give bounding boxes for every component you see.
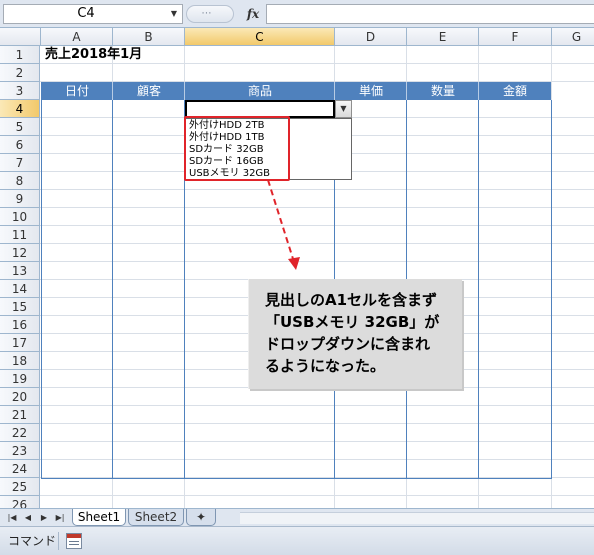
highlight-box <box>184 116 290 181</box>
row-header[interactable]: 19 <box>0 370 40 388</box>
row-header[interactable]: 6 <box>0 136 40 154</box>
column-header-f[interactable]: F <box>479 28 552 46</box>
row-header[interactable]: 12 <box>0 244 40 262</box>
row-header[interactable]: 3 <box>0 82 40 100</box>
callout-line: ドロップダウンに含まれ <box>265 335 431 353</box>
callout-note: 見出しのA1セルを含まず 「USBメモリ 32GB」が ドロップダウンに含まれ … <box>248 279 462 389</box>
gridline <box>40 189 594 190</box>
row-header[interactable]: 10 <box>0 208 40 226</box>
gridline <box>40 225 594 226</box>
arrow-head <box>288 257 300 270</box>
table-border <box>112 100 113 478</box>
next-sheet-icon[interactable]: ▶ <box>38 511 50 525</box>
column-header-c[interactable]: C <box>185 28 335 46</box>
worksheet-grid[interactable]: A B C D E F G 1 2 3 4 5 6 7 8 9 10 11 12… <box>0 28 594 508</box>
row-header[interactable]: 15 <box>0 298 40 316</box>
callout-line: るようになった。 <box>265 357 386 375</box>
gridline <box>40 441 594 442</box>
horizontal-scrollbar[interactable] <box>240 512 594 524</box>
formula-bar: C4 ▼ ⋯ fx <box>0 0 594 28</box>
status-mode: コマンド <box>8 534 57 548</box>
row-header[interactable]: 26 <box>0 496 40 508</box>
chevron-down-icon[interactable]: ▼ <box>168 7 180 21</box>
table-border <box>551 100 552 478</box>
row-header[interactable]: 23 <box>0 442 40 460</box>
table-border <box>41 100 42 478</box>
column-header-row: A B C D E F G <box>0 28 594 46</box>
row-header[interactable]: 7 <box>0 154 40 172</box>
row-header[interactable]: 8 <box>0 172 40 190</box>
chevron-down-icon: ▼ <box>340 104 347 113</box>
row-header[interactable]: 11 <box>0 226 40 244</box>
table-border <box>41 478 552 479</box>
formula-cancel-enter-cap[interactable]: ⋯ <box>186 5 234 23</box>
prev-sheet-icon[interactable]: ◀ <box>22 511 34 525</box>
row-header[interactable]: 1 <box>0 46 40 64</box>
column-header-a[interactable]: A <box>41 28 113 46</box>
gridline <box>40 495 594 496</box>
table-border <box>478 100 479 478</box>
insert-function-icon[interactable]: fx <box>244 4 262 24</box>
status-bar: コマンド <box>0 526 594 555</box>
gridline <box>40 405 594 406</box>
column-header-d[interactable]: D <box>335 28 407 46</box>
column-header-g[interactable]: G <box>552 28 594 46</box>
row-header[interactable]: 22 <box>0 424 40 442</box>
sheet-title: 売上2018年1月 <box>45 47 143 62</box>
row-header[interactable]: 9 <box>0 190 40 208</box>
header-quantity[interactable]: 数量 <box>407 82 479 100</box>
select-all-corner[interactable] <box>0 28 41 46</box>
tab-sheet2[interactable]: Sheet2 <box>128 509 184 526</box>
gridline <box>40 459 594 460</box>
column-header-b[interactable]: B <box>113 28 185 46</box>
status-divider <box>58 532 59 550</box>
dropdown-button[interactable]: ▼ <box>335 100 352 118</box>
header-date[interactable]: 日付 <box>41 82 113 100</box>
gridline <box>40 243 594 244</box>
record-macro-icon[interactable] <box>66 533 82 549</box>
row-header[interactable]: 14 <box>0 280 40 298</box>
header-customer[interactable]: 顧客 <box>113 82 185 100</box>
row-header[interactable]: 24 <box>0 460 40 478</box>
tab-sheet1[interactable]: Sheet1 <box>72 509 126 526</box>
row-header[interactable]: 25 <box>0 478 40 496</box>
header-amount[interactable]: 金額 <box>479 82 551 100</box>
formula-buttons: ⋯ fx <box>186 4 266 24</box>
header-product[interactable]: 商品 <box>185 82 335 100</box>
callout-line: 「USBメモリ 32GB」が <box>265 313 440 331</box>
row-header[interactable]: 5 <box>0 118 40 136</box>
formula-input[interactable] <box>266 4 594 24</box>
row-header[interactable]: 18 <box>0 352 40 370</box>
gridline <box>40 423 594 424</box>
first-sheet-icon[interactable]: |◀ <box>6 511 18 525</box>
name-box[interactable]: C4 ▼ <box>3 4 183 24</box>
row-header-selected[interactable]: 4 <box>0 100 40 118</box>
row-header[interactable]: 13 <box>0 262 40 280</box>
row-header[interactable]: 20 <box>0 388 40 406</box>
row-header[interactable]: 16 <box>0 316 40 334</box>
header-unit-price[interactable]: 単価 <box>335 82 407 100</box>
row-header[interactable]: 17 <box>0 334 40 352</box>
gridline <box>40 261 594 262</box>
last-sheet-icon[interactable]: ▶| <box>54 511 66 525</box>
sheet-tab-bar: |◀ ◀ ▶ ▶| Sheet1 Sheet2 ✦ <box>0 508 594 526</box>
row-header[interactable]: 2 <box>0 64 40 82</box>
column-header-e[interactable]: E <box>407 28 479 46</box>
table-header: 日付 顧客 商品 単価 数量 金額 <box>41 82 551 100</box>
insert-sheet-icon[interactable]: ✦ <box>186 509 216 526</box>
name-box-value: C4 <box>77 6 95 21</box>
callout-line: 見出しのA1セルを含まず <box>265 291 438 309</box>
row-header[interactable]: 21 <box>0 406 40 424</box>
arrow-line <box>267 179 295 263</box>
gridline <box>40 207 594 208</box>
